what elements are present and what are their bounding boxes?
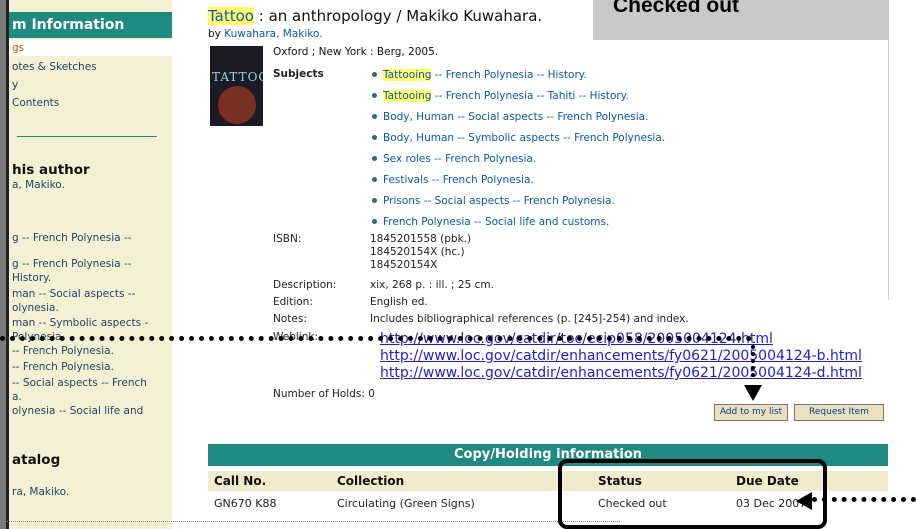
sidebar-item-tags[interactable]: gs: [12, 42, 24, 54]
weblink[interactable]: http://www.loc.gov/catdir/enhancements/f…: [380, 348, 862, 364]
sidebar-item-contents[interactable]: Contents: [12, 97, 59, 109]
add-to-list-button[interactable]: Add to my list: [714, 404, 788, 421]
sidebar-author-heading: his author: [12, 162, 90, 178]
col-header-call-no[interactable]: Call No.: [214, 474, 266, 488]
isbn-value: 184520154X: [370, 259, 438, 271]
sidebar-item-notes[interactable]: otes & Sketches: [12, 61, 97, 73]
annotation-dotted-connector: [751, 345, 755, 377]
sidebar-catalog-heading: atalog: [12, 452, 61, 468]
sidebar: m Information gs otes & Sketches y Conte…: [9, 0, 172, 529]
subject-item[interactable]: Tattooing -- French Polynesia -- Tahiti …: [370, 90, 629, 102]
notes-label: Notes:: [273, 313, 307, 325]
title-link[interactable]: Tattoo: [208, 7, 254, 25]
annotation-callout: Checked out: [593, 0, 889, 40]
annotation-dotted-line-right: [812, 497, 916, 502]
sidebar-divider: [17, 136, 157, 137]
sidebar-item-history[interactable]: y: [12, 79, 18, 91]
collection-cell: Circulating (Green Signs): [337, 497, 475, 510]
page-bottom-rule: [0, 521, 620, 525]
by-prefix: by: [208, 28, 225, 40]
isbn-value: 184520154X (hc.): [370, 246, 465, 258]
subject-item[interactable]: Prisons -- Social aspects -- French Poly…: [370, 195, 615, 207]
description-label: Description:: [273, 279, 337, 291]
edition-value: English ed.: [370, 296, 428, 308]
annotation-highlight-box: [558, 459, 827, 529]
sidebar-catalog-link[interactable]: ra, Makiko.: [12, 486, 69, 498]
description-value: xix, 268 p. : ill. ; 25 cm.: [370, 279, 494, 291]
col-header-collection[interactable]: Collection: [337, 474, 404, 488]
author-link[interactable]: Kuwahara, Makiko.: [224, 28, 322, 40]
annotation-dotted-line: [0, 336, 752, 341]
record-title: Tattoo : an anthropology / Makiko Kuwaha…: [208, 7, 542, 25]
title-rest: : an anthropology / Makiko Kuwahara.: [254, 7, 543, 25]
sidebar-selected-bg: [9, 40, 172, 56]
sidebar-header: m Information: [9, 12, 172, 38]
isbn-value: 1845201558 (pbk.): [370, 233, 472, 245]
subject-item[interactable]: Tattooing -- French Polynesia -- History…: [370, 69, 587, 81]
weblink[interactable]: http://www.loc.gov/catdir/enhancements/f…: [380, 365, 862, 381]
sidebar-subject-line[interactable]: olynesia.: [12, 302, 59, 314]
publication-info: Oxford ; New York : Berg, 2005.: [273, 46, 439, 58]
sidebar-subject-line[interactable]: olynesia -- Social life and: [12, 405, 143, 417]
holds-value: 0: [368, 388, 375, 400]
notes-value: Includes bibliographical references (p. …: [370, 313, 689, 325]
sidebar-subject-line[interactable]: g -- French Polynesia --: [12, 232, 132, 244]
sidebar-subject-line[interactable]: man -- Social aspects --: [12, 288, 135, 300]
sidebar-subject-line[interactable]: -- French Polynesia.: [12, 345, 114, 357]
cover-text: TATTOO: [212, 70, 263, 84]
sidebar-subject-line[interactable]: g -- French Polynesia --: [12, 258, 132, 270]
edition-label: Edition:: [273, 296, 313, 308]
sidebar-subject-line[interactable]: -- Social aspects -- French: [12, 377, 147, 389]
call-no-cell: GN670 K88: [214, 497, 277, 510]
annotation-callout-text: Checked out: [613, 0, 740, 17]
sidebar-subject-line[interactable]: -- French Polynesia.: [12, 361, 114, 373]
sidebar-subject-line[interactable]: man -- Symbolic aspects -: [12, 317, 148, 329]
holds-label: Number of Holds: 0: [273, 388, 375, 400]
subject-item[interactable]: Festivals -- French Polynesia.: [370, 174, 534, 186]
byline: by Kuwahara, Makiko.: [208, 28, 323, 40]
sidebar-subject-line[interactable]: History.: [12, 272, 51, 284]
content-border: [888, 40, 889, 300]
isbn-label: ISBN:: [273, 233, 302, 245]
subject-item[interactable]: French Polynesia -- Social life and cust…: [370, 216, 609, 228]
sidebar-author-link[interactable]: a, Makiko.: [12, 179, 65, 191]
subjects-label: Subjects: [273, 68, 324, 80]
subject-item[interactable]: Body, Human -- Social aspects -- French …: [370, 111, 648, 123]
subject-item[interactable]: Body, Human -- Symbolic aspects -- Frenc…: [370, 132, 665, 144]
annotation-arrow-down-icon: [744, 385, 762, 401]
subject-item[interactable]: Sex roles -- French Polynesia.: [370, 153, 536, 165]
sidebar-subject-line[interactable]: a.: [12, 391, 22, 403]
request-item-button[interactable]: Request Item: [794, 404, 884, 421]
book-cover-image: TATTOO: [210, 46, 263, 126]
